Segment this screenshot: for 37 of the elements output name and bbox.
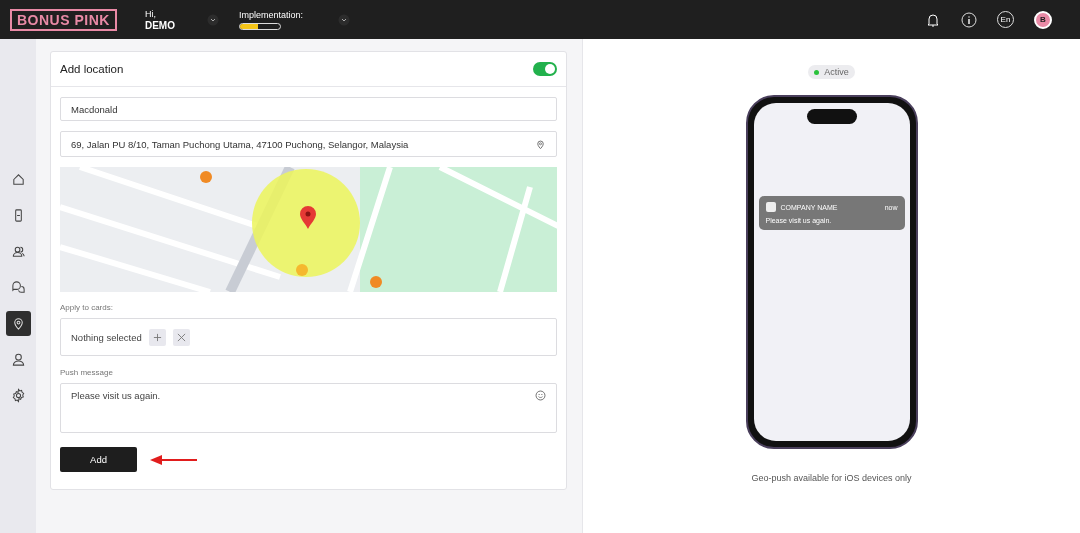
cards-selector[interactable]: Nothing selected [60, 318, 557, 356]
form-title: Add location [60, 63, 124, 75]
chevron-icon[interactable] [337, 13, 350, 26]
user-name: DEMO [144, 19, 175, 32]
toggle-switch[interactable] [533, 62, 557, 76]
cards-value: Nothing selected [71, 331, 142, 343]
add-button[interactable]: Add [60, 447, 137, 472]
avatar[interactable]: B [1034, 10, 1052, 29]
info-icon[interactable] [961, 11, 977, 28]
location-nav-item[interactable] [5, 311, 31, 336]
app-icon [765, 202, 776, 212]
add-button[interactable] [148, 328, 166, 346]
close-icon [176, 332, 186, 342]
bell-icon[interactable] [925, 11, 941, 28]
field-label: Apply to cards: [60, 303, 114, 312]
location-pin-icon[interactable] [535, 138, 546, 150]
implementation-label: Implementation: [238, 9, 303, 20]
footnote: Geo-push available for iOS devices only [751, 473, 912, 483]
emoji-icon[interactable] [535, 390, 546, 401]
chevron-icon[interactable] [206, 13, 219, 26]
user-icon [10, 352, 26, 367]
plus-icon [152, 332, 162, 342]
greeting: Hi, [144, 7, 157, 20]
home-icon [10, 172, 26, 187]
camera-notch [806, 109, 857, 124]
chat-icon [10, 280, 26, 295]
users-icon [10, 244, 26, 259]
message-field[interactable]: Please visit us again. [60, 383, 557, 433]
brand-logo: BONUS PINK [10, 8, 117, 31]
status-text: Active [824, 67, 849, 77]
clear-button[interactable] [172, 328, 190, 346]
implementation-progress [238, 22, 281, 30]
settings-icon [10, 388, 26, 403]
name-field[interactable]: Macdonald [60, 97, 557, 121]
address-field[interactable]: 69, Jalan PU 8/10, Taman Puchong Utama, 47100 Puchong, Selangor, Malaysia [60, 131, 557, 157]
arrow-annotation [149, 453, 199, 466]
field-label: Push message [60, 368, 114, 377]
